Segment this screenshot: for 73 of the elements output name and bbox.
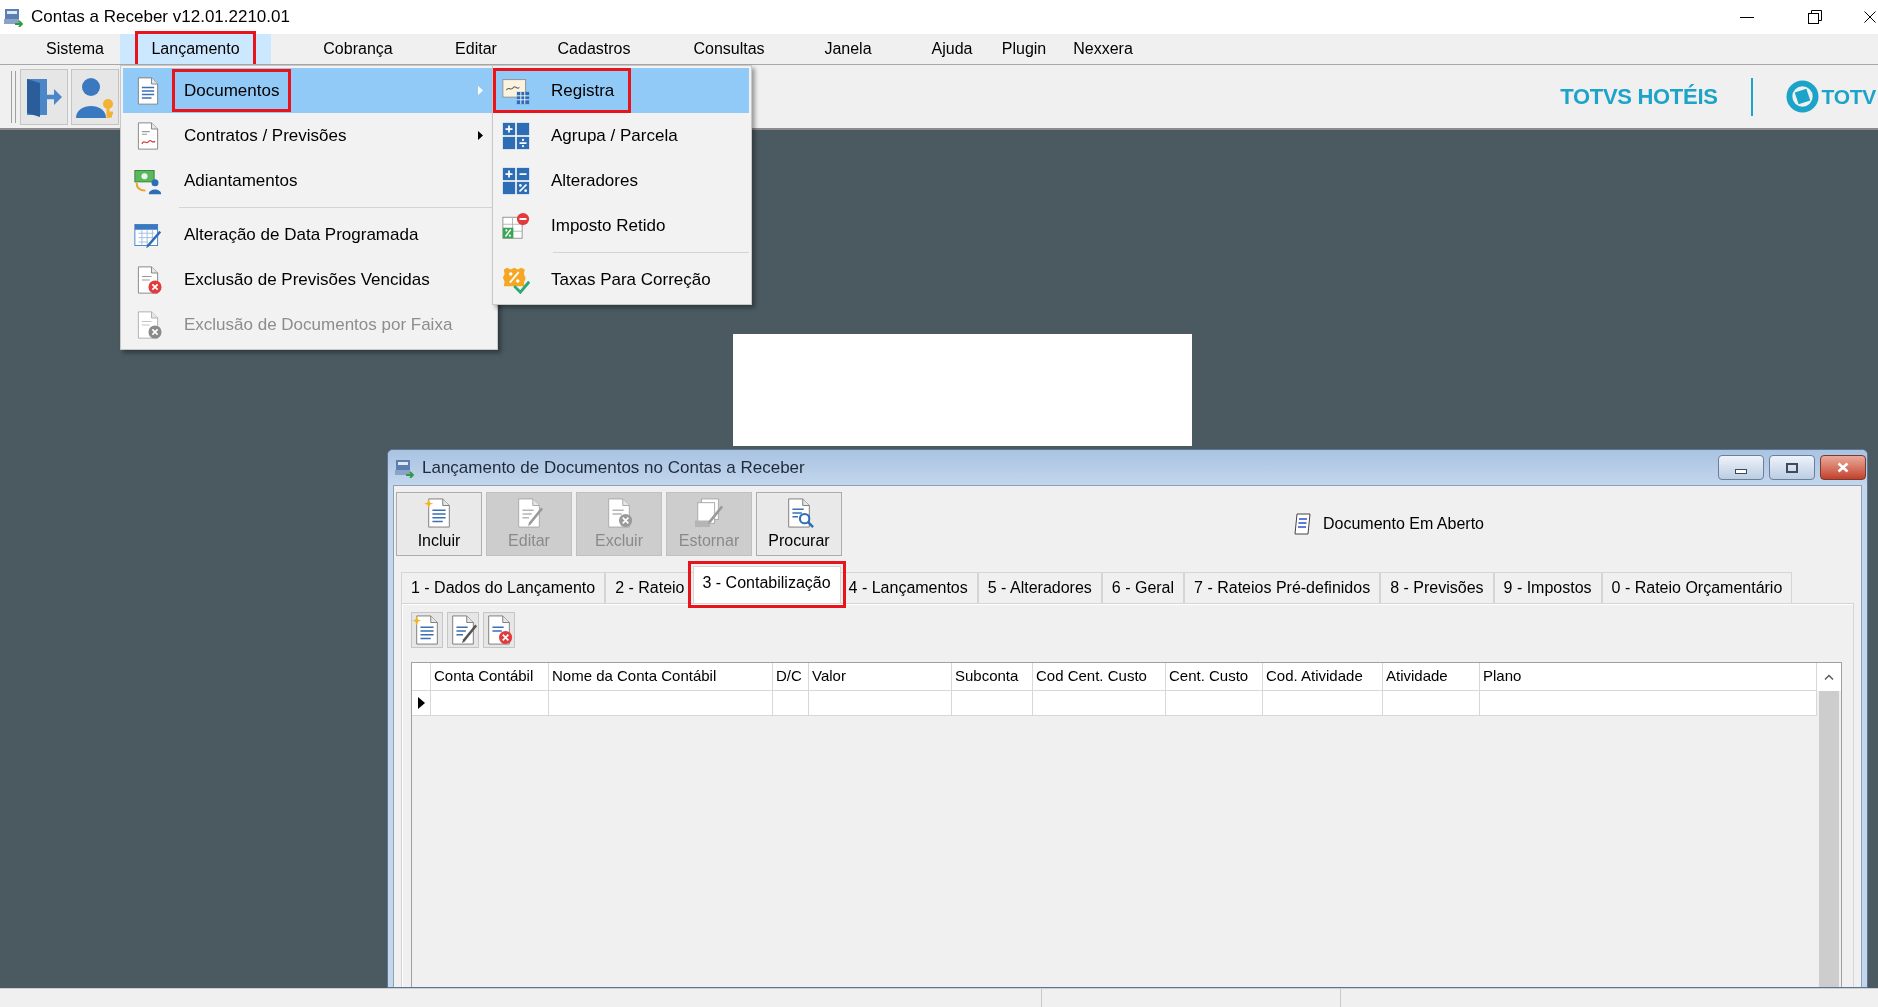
circle-logo-icon bbox=[1785, 80, 1819, 113]
minimize-button[interactable] bbox=[1718, 455, 1764, 480]
toolbar-button[interactable]: Procurar bbox=[756, 492, 842, 556]
percent-minus-grid-icon bbox=[502, 211, 530, 240]
minimize-icon bbox=[1735, 468, 1747, 474]
tab[interactable]: 0 - Rateio Orçamentário bbox=[1601, 572, 1793, 603]
document-status: Documento Em Aberto bbox=[1323, 514, 1484, 534]
maximize-button[interactable] bbox=[1769, 455, 1815, 480]
notepad-icon bbox=[1293, 513, 1313, 535]
menu-bar-item[interactable]: Cadastros bbox=[507, 34, 681, 64]
percent-check-icon bbox=[502, 265, 530, 294]
tab[interactable]: 5 - Alteradores bbox=[977, 572, 1102, 603]
menu-bar-item[interactable]: Nexxera bbox=[1063, 34, 1143, 64]
company-logo: TOTV bbox=[1821, 83, 1876, 110]
toolbar-button[interactable]: Incluir bbox=[396, 492, 482, 556]
menu-bar-item[interactable]: Editar bbox=[445, 34, 507, 64]
tab[interactable]: 2 - Rateio bbox=[605, 572, 695, 603]
new-entry-button[interactable] bbox=[411, 612, 443, 648]
close-icon bbox=[1864, 11, 1876, 23]
tab[interactable]: 6 - Geral bbox=[1101, 572, 1185, 603]
tab[interactable]: 8 - Previsões bbox=[1380, 572, 1494, 603]
window-title: Contas a Receber v12.01.2210.01 bbox=[31, 6, 290, 29]
minimize-icon bbox=[1740, 16, 1754, 18]
menu-bar-item[interactable]: Cobrança bbox=[271, 34, 445, 64]
exit-button[interactable] bbox=[20, 68, 68, 125]
tab[interactable]: 9 - Impostos bbox=[1493, 572, 1602, 603]
menu-item[interactable]: Registra bbox=[495, 68, 749, 113]
product-logo: TOTVS HOTÉIS bbox=[1560, 83, 1718, 111]
menu-bar-item[interactable]: Plugin bbox=[985, 34, 1063, 64]
menu-bar-item[interactable]: Sistema bbox=[30, 34, 120, 64]
close-button[interactable] bbox=[1820, 455, 1866, 480]
close-icon bbox=[1837, 462, 1849, 473]
menu-item[interactable]: Alteradores bbox=[495, 158, 749, 203]
menu-bar-item[interactable]: Janela bbox=[777, 34, 919, 64]
menu-bar-item[interactable]: Lançamento bbox=[120, 34, 271, 64]
menu-item[interactable]: Taxas Para Correção bbox=[495, 257, 749, 302]
chevron-up-icon bbox=[1824, 674, 1834, 680]
menu-bar-item[interactable]: Ajuda bbox=[919, 34, 985, 64]
column-header: Subconta bbox=[952, 663, 1033, 690]
tab[interactable]: 7 - Rateios Pré-definidos bbox=[1184, 572, 1381, 603]
plus-minus-percent-grid-icon bbox=[502, 166, 530, 195]
column-header: Nome da Conta Contábil bbox=[549, 663, 773, 690]
column-header: Conta Contábil bbox=[431, 663, 549, 690]
document-stack-pencil-icon bbox=[694, 497, 724, 529]
door-arrow-icon bbox=[25, 76, 63, 117]
maximize-icon bbox=[1786, 462, 1798, 473]
tab[interactable]: 1 - Dados do Lançamento bbox=[401, 572, 606, 603]
user-button[interactable] bbox=[71, 68, 119, 125]
column-header: Cod. Atividade bbox=[1263, 663, 1383, 690]
column-header: Atividade bbox=[1383, 663, 1480, 690]
tab[interactable]: 4 - Lançamentos bbox=[838, 572, 978, 603]
column-header: Cod Cent. Custo bbox=[1033, 663, 1166, 690]
app-icon bbox=[3, 7, 23, 27]
window-title: Lançamento de Documentos no Contas a Receber bbox=[422, 456, 805, 479]
restore-icon bbox=[1808, 10, 1822, 24]
menu-item[interactable]: Agrupa / Parcela bbox=[495, 113, 749, 158]
edit-entry-button[interactable] bbox=[447, 612, 479, 648]
column-header: Valor bbox=[809, 663, 952, 690]
menu-bar-item[interactable]: Consultas bbox=[681, 34, 777, 64]
scrollbar-thumb[interactable] bbox=[1819, 691, 1839, 987]
column-header: Cent. Custo bbox=[1166, 663, 1263, 690]
menu-item[interactable]: Contratos / Previsões bbox=[123, 113, 495, 158]
column-header: D/C bbox=[773, 663, 809, 690]
user-key-icon bbox=[75, 75, 115, 118]
document-calculator-icon bbox=[502, 76, 530, 105]
delete-entry-button[interactable] bbox=[483, 612, 515, 648]
grip-icon bbox=[11, 70, 16, 123]
scroll-up-button[interactable] bbox=[1817, 663, 1841, 691]
menu-item[interactable]: Imposto Retido bbox=[495, 203, 749, 248]
app-icon bbox=[394, 457, 414, 478]
menu-item[interactable]: Adiantamentos bbox=[123, 158, 495, 203]
plus-divide-grid-icon bbox=[502, 121, 530, 150]
menu-item[interactable]: Documentos bbox=[123, 68, 495, 113]
